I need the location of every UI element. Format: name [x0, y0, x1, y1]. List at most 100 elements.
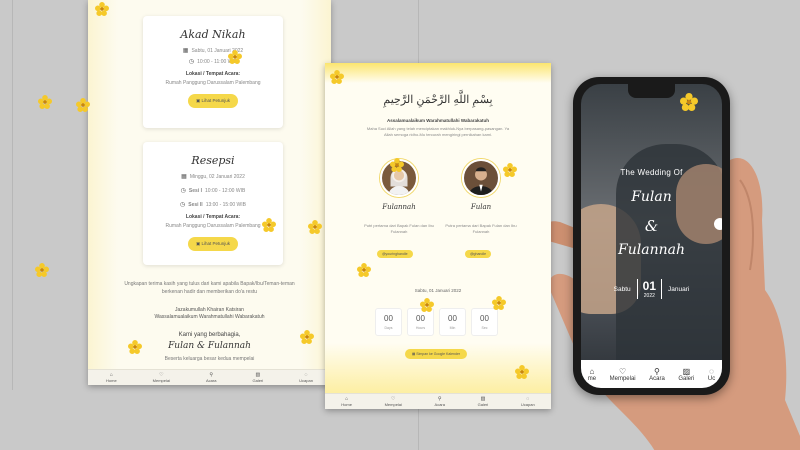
nav-label: Home — [106, 378, 117, 383]
countdown-label: Days — [384, 326, 393, 330]
left-bottom-nav: ⌂ Home ♡ Mempelai ⚲ Acara ▨ Galeri ◌ Ucapan — [88, 369, 331, 385]
countdown: 00 Days 00 Hours 00 Min 00 Sec — [375, 308, 498, 336]
phone-device: The Wedding Of Fulan & Fulannah Sabtu 01… — [573, 77, 730, 395]
ampersand: & — [644, 217, 659, 235]
nav-label: Home — [341, 402, 352, 407]
flower-icon — [492, 296, 506, 310]
nav-label: Mempelai — [609, 375, 636, 382]
nav-home[interactable]: ⌂ Home — [341, 396, 352, 407]
sesi1-time: 10:00 - 12:00 WIB — [205, 187, 246, 194]
bg-line — [12, 0, 13, 390]
nav-home[interactable]: ⌂ me — [588, 367, 596, 382]
phone-date: Sabtu 01 2022 Januari — [581, 279, 722, 299]
top-wash — [325, 63, 551, 83]
countdown-seconds: 00 Sec — [471, 308, 498, 336]
nav-ucapan[interactable]: ◌ Uc — [708, 367, 715, 382]
couple-names: Fulan & Fulannah — [168, 341, 251, 351]
month: Januari — [668, 285, 690, 293]
we-are: Kami yang berbahagia, — [178, 332, 241, 338]
nav-mempelai[interactable]: ♡ Mempelai — [153, 372, 170, 383]
groom-instagram-button[interactable]: @ghandle — [465, 250, 492, 258]
phone-screen: The Wedding Of Fulan & Fulannah Sabtu 01… — [581, 84, 722, 388]
nav-label: Galeri — [252, 378, 264, 383]
flower-icon — [228, 50, 242, 64]
save-calendar-label: Simpan ke Google Kalender — [416, 352, 461, 356]
countdown-hours: 00 Hours — [407, 308, 434, 336]
resepsi-title: Resepsi — [191, 154, 235, 167]
nav-label: Ucapan — [299, 378, 313, 383]
image-icon: ▨ — [682, 366, 691, 376]
flower-icon — [300, 330, 314, 344]
sesi1-label: Sesi I — [188, 187, 202, 194]
day-number: 01 — [642, 279, 657, 293]
nav-home[interactable]: ⌂ Home — [106, 372, 117, 383]
countdown-days: 00 Days — [375, 308, 402, 336]
flower-icon — [420, 298, 434, 312]
bride-instagram-button[interactable]: @youringhandle — [377, 250, 413, 258]
nav-acara[interactable]: ⚲ Acara — [435, 396, 445, 407]
clock-icon: ◷ — [188, 59, 195, 65]
nav-label: Mempelai — [384, 402, 402, 407]
calendar-icon: ▦ — [181, 174, 187, 180]
flower-icon — [330, 70, 344, 84]
intro-text: Maha Suci Allah yang telah menciptakan m… — [366, 126, 510, 137]
nav-mempelai[interactable]: ♡ Mempelai — [610, 367, 636, 382]
countdown-label: Sec — [481, 326, 488, 330]
salam: Assalamualaikum Warahmatullahi Wabarakat… — [387, 118, 489, 123]
akad-time-row: ◷ 10:00 - 11:00 WIB — [143, 58, 283, 66]
nav-acara[interactable]: ⚲ Acara — [649, 367, 665, 382]
bride-name: Fulannah — [618, 242, 685, 258]
resepsi-map-label: Lihat Petunjuk — [201, 241, 231, 246]
bride-info: Putri pertama dari Bapak Fulan dan Ibu F… — [364, 223, 434, 234]
groom-photo — [462, 159, 500, 197]
resepsi-map-button[interactable]: ▣ Lihat Petunjuk — [187, 237, 239, 251]
countdown-number: 00 — [480, 314, 489, 323]
side-decoration — [88, 0, 118, 385]
event-date: Sabtu, 01 Januari 2022 — [414, 288, 462, 293]
closing-salam-2: Wassalamualaikum Warahmatullahi Wabaraka… — [154, 314, 265, 320]
resepsi-card: Resepsi ▦ Minggu, 02 Januari 2022 ◷ Sesi I… — [143, 142, 283, 265]
date-block: 01 2022 — [636, 279, 663, 299]
clock-icon: ◷ — [180, 188, 186, 194]
countdown-number: 00 — [416, 314, 425, 323]
akad-map-button[interactable]: ▣ Lihat Petunjuk — [187, 94, 239, 108]
akad-card: Akad Nikah ▦ Sabtu, 01 Januari 2022 ◷ 10:0… — [143, 16, 283, 128]
nav-ucapan[interactable]: ◌ Ucapan — [299, 372, 313, 383]
akad-map-label: Lihat Petunjuk — [201, 98, 231, 103]
nav-galeri[interactable]: ▨ Galeri — [678, 367, 694, 382]
countdown-label: Hours — [415, 326, 426, 330]
phone-notch — [628, 84, 675, 98]
countdown-minutes: 00 Min — [439, 308, 466, 336]
sesi2-row: ◷ Sesi II 13:00 - 15:00 WIB — [143, 201, 283, 209]
nav-label: Acara — [206, 378, 217, 383]
groom-name: Fulan — [470, 203, 492, 211]
akad-date-row: ▦ Sabtu, 01 Januari 2022 — [143, 47, 283, 55]
bride-name: Fulannah — [382, 203, 416, 211]
flower-icon — [262, 218, 276, 232]
nav-mempelai[interactable]: ♡ Mempelai — [385, 396, 402, 407]
day-name: Sabtu — [613, 285, 631, 293]
scroll-button[interactable] — [714, 218, 722, 230]
year: 2022 — [643, 293, 655, 299]
flower-icon — [128, 340, 142, 354]
resepsi-date: Minggu, 02 Januari 2022 — [189, 173, 245, 180]
akad-venue: Rumah Panggung Darussalam Palembang — [165, 80, 261, 86]
nav-label: me — [587, 375, 597, 382]
nav-label: Acara — [434, 402, 445, 407]
save-calendar-button[interactable]: ▦ Simpan ke Google Kalender — [405, 349, 468, 359]
nav-label: Ucapan — [520, 402, 535, 407]
nav-galeri[interactable]: ▨ Galeri — [252, 372, 263, 383]
akad-venue-label: Lokasi / Tempat Acara: — [185, 71, 241, 77]
nav-acara[interactable]: ⚲ Acara — [206, 372, 216, 383]
nav-ucapan[interactable]: ◌ Ucapan — [521, 396, 535, 407]
flower-icon — [308, 220, 322, 234]
closing-text: Ungkapan terima kasih yang tulus dari ka… — [124, 281, 295, 295]
groom-ig-handle: @ghandle — [470, 252, 487, 256]
nav-label: Galeri — [477, 402, 489, 407]
resepsi-date-row: ▦ Minggu, 02 Januari 2022 — [143, 173, 283, 181]
location-icon: ⚲ — [654, 366, 660, 376]
chat-icon: ◌ — [709, 366, 714, 376]
left-device-screen: Akad Nikah ▦ Sabtu, 01 Januari 2022 ◷ 10:0… — [88, 0, 331, 385]
nav-galeri[interactable]: ▨ Galeri — [478, 396, 489, 407]
countdown-number: 00 — [384, 314, 393, 323]
